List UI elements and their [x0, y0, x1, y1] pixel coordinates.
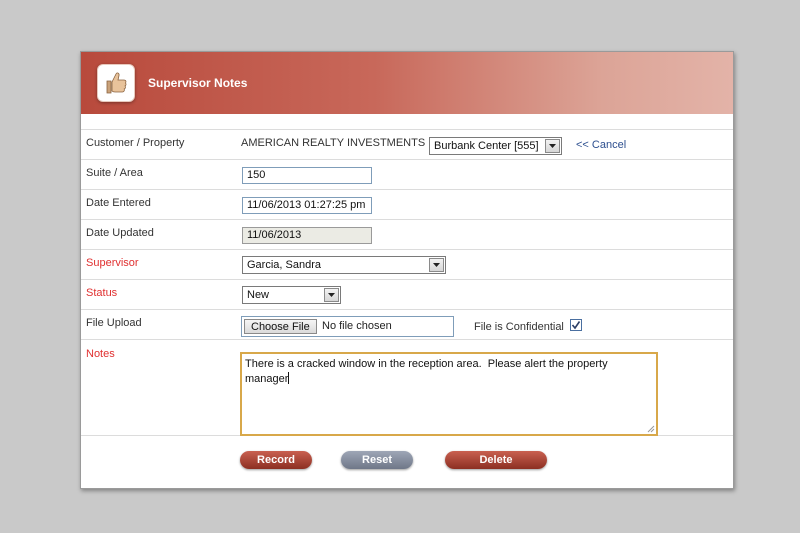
property-select-value: Burbank Center [555] [434, 140, 539, 152]
chevron-down-icon [324, 288, 339, 302]
row-date-entered: Date Entered 11/06/2013 01:27:25 pm [81, 189, 733, 219]
suite-area-input[interactable]: 150 [242, 167, 372, 184]
chevron-down-icon [429, 258, 444, 272]
reset-button[interactable]: Reset [341, 451, 413, 469]
supervisor-notes-form: Customer / Property AMERICAN REALTY INVE… [81, 129, 733, 436]
row-status: Status New [81, 279, 733, 309]
property-select[interactable]: Burbank Center [555] [429, 137, 562, 155]
label-customer-property: Customer / Property [86, 137, 185, 149]
row-suite-area: Suite / Area 150 [81, 159, 733, 189]
notes-text: There is a cracked window in the recepti… [245, 358, 611, 385]
status-select[interactable]: New [242, 286, 341, 304]
thumbs-up-icon [97, 64, 135, 102]
label-file-upload: File Upload [86, 317, 142, 329]
confidential-checkbox[interactable] [570, 319, 582, 331]
row-file-upload: File Upload Choose File No file chosen F… [81, 309, 733, 339]
label-date-updated: Date Updated [86, 227, 154, 239]
page-title: Supervisor Notes [148, 76, 248, 90]
chevron-down-icon [545, 139, 560, 153]
window-header: Supervisor Notes [81, 52, 733, 114]
choose-file-button[interactable]: Choose File [244, 319, 317, 334]
label-status: Status [86, 287, 118, 299]
file-upload-control: Choose File No file chosen [241, 316, 454, 337]
row-notes: Notes There is a cracked window in the r… [81, 339, 733, 436]
supervisor-select-value: Garcia, Sandra [247, 259, 321, 271]
customer-name: AMERICAN REALTY INVESTMENTS [241, 137, 426, 149]
label-notes: Notes [86, 348, 115, 360]
date-updated-input: 11/06/2013 [242, 227, 372, 244]
row-date-updated: Date Updated 11/06/2013 [81, 219, 733, 249]
label-date-entered: Date Entered [86, 197, 151, 209]
delete-button[interactable]: Delete [445, 451, 547, 469]
supervisor-select[interactable]: Garcia, Sandra [242, 256, 446, 274]
label-supervisor: Supervisor [86, 257, 139, 269]
row-supervisor: Supervisor Garcia, Sandra [81, 249, 733, 279]
confidential-label: File is Confidential [474, 321, 564, 333]
label-suite-area: Suite / Area [86, 167, 143, 179]
checkmark-icon [571, 321, 581, 330]
cancel-link[interactable]: << Cancel [576, 139, 626, 151]
supervisor-notes-window: Supervisor Notes Customer / Property AME… [80, 51, 734, 489]
notes-textarea[interactable]: There is a cracked window in the recepti… [240, 352, 658, 436]
record-button[interactable]: Record [240, 451, 312, 469]
row-customer-property: Customer / Property AMERICAN REALTY INVE… [81, 129, 733, 159]
status-select-value: New [247, 289, 270, 301]
action-bar: Record Reset Delete [81, 429, 733, 479]
text-caret [288, 372, 290, 384]
date-entered-input[interactable]: 11/06/2013 01:27:25 pm [242, 197, 372, 214]
file-status-text: No file chosen [322, 320, 392, 332]
